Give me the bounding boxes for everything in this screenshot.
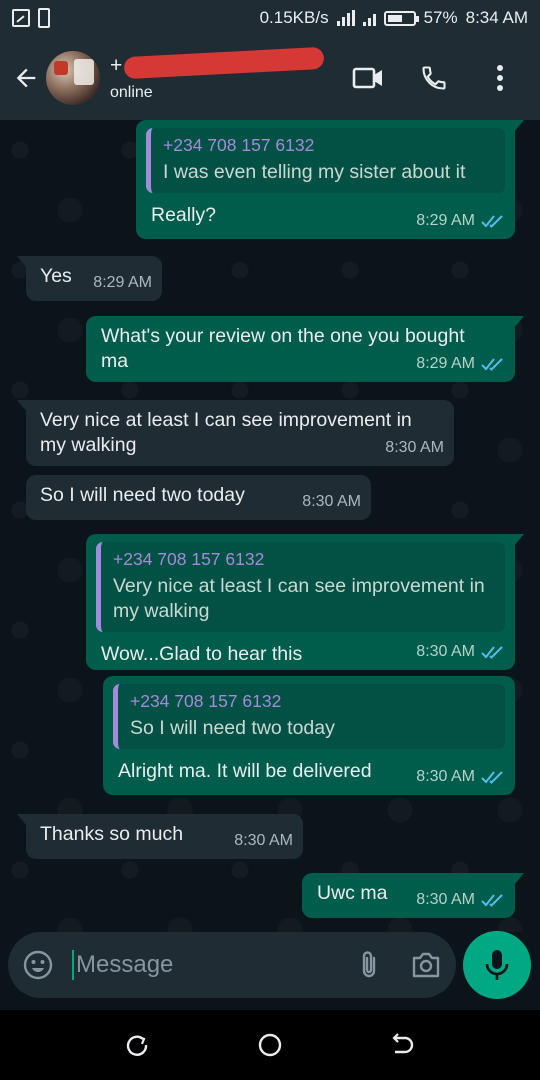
message-time: 8:30 AM — [416, 768, 475, 785]
quote-text: So I will need two today — [130, 717, 335, 739]
screenshot-icon — [12, 9, 30, 27]
message-bubble-incoming[interactable]: So I will need two today 8:30 AM — [26, 475, 371, 520]
redaction-mark — [123, 46, 325, 80]
phone-icon — [422, 66, 446, 90]
double-check-icon — [481, 770, 503, 784]
quote-text: I was even telling my sister about it — [163, 161, 466, 183]
home-button[interactable] — [250, 1025, 290, 1065]
back-nav-button[interactable] — [383, 1025, 423, 1065]
emoji-button[interactable] — [22, 949, 54, 981]
message-time: 8:30 AM — [234, 832, 293, 849]
double-check-icon — [481, 645, 503, 659]
message-list[interactable]: +234 708 157 6132 I was even telling my … — [0, 120, 540, 932]
composer — [8, 932, 456, 998]
clock: 8:34 AM — [465, 8, 528, 27]
status-bar: 0.15KB/s 57% 8:34 AM — [0, 0, 540, 36]
avatar[interactable] — [46, 51, 100, 105]
double-check-icon — [481, 893, 503, 907]
video-call-icon — [352, 67, 382, 89]
more-options-icon — [497, 65, 503, 91]
quote-author: +234 708 157 6132 — [163, 135, 315, 155]
quote-text: Very nice at least I can see improvement… — [113, 575, 485, 622]
emoji-icon — [23, 950, 53, 980]
message-time: 8:29 AM — [93, 274, 152, 291]
message-bubble-outgoing[interactable]: +234 708 157 6132 So I will need two tod… — [103, 676, 515, 795]
network-speed: 0.15KB/s — [259, 8, 329, 27]
message-time: 8:30 AM — [416, 643, 475, 660]
message-text: Very nice at least I can see improvement… — [40, 409, 412, 456]
back-arrow-icon — [16, 68, 36, 88]
back-button[interactable] — [8, 58, 44, 98]
message-bubble-incoming[interactable]: Very nice at least I can see improvement… — [17, 400, 454, 466]
text-caret — [72, 950, 74, 980]
attach-icon — [362, 951, 376, 978]
chat-header: + online — [0, 36, 540, 140]
back-nav-icon — [392, 1033, 414, 1054]
video-call-button[interactable] — [352, 62, 384, 94]
camera-button[interactable] — [410, 951, 442, 979]
message-bubble-incoming[interactable]: Thanks so much 8:30 AM — [17, 814, 303, 859]
more-options-button[interactable] — [484, 62, 516, 94]
message-input[interactable] — [76, 951, 316, 979]
message-time: 8:29 AM — [416, 355, 475, 372]
message-time: 8:29 AM — [416, 212, 475, 229]
recents-icon — [126, 1035, 147, 1056]
battery-percent: 57% — [423, 8, 458, 27]
signal-icon — [336, 10, 355, 26]
message-bubble-outgoing[interactable]: Uwc ma 8:30 AM — [302, 873, 524, 918]
camera-icon — [412, 952, 440, 978]
double-check-icon — [481, 214, 503, 228]
message-bubble-incoming[interactable]: Yes 8:29 AM — [17, 256, 162, 301]
attach-button[interactable] — [358, 949, 380, 981]
contact-status: online — [110, 84, 153, 101]
recents-button[interactable] — [117, 1025, 157, 1065]
quoted-message[interactable]: +234 708 157 6132 I was even telling my … — [146, 128, 505, 193]
message-time: 8:30 AM — [302, 493, 361, 510]
message-time: 8:30 AM — [416, 891, 475, 908]
contact-info[interactable]: + online — [110, 46, 325, 108]
message-bubble-outgoing[interactable]: +234 708 157 6132 I was even telling my … — [136, 120, 524, 239]
mic-icon — [485, 950, 509, 980]
home-icon — [258, 1033, 282, 1057]
quote-author: +234 708 157 6132 — [130, 691, 282, 711]
system-nav-bar — [0, 1010, 540, 1080]
voice-call-button[interactable] — [418, 62, 450, 94]
device-icon — [38, 8, 50, 28]
double-check-icon — [481, 357, 503, 371]
message-time: 8:30 AM — [385, 439, 444, 456]
quote-author: +234 708 157 6132 — [113, 549, 265, 569]
message-bubble-outgoing[interactable]: What's your review on the one you bought… — [86, 316, 524, 382]
quoted-message[interactable]: +234 708 157 6132 So I will need two tod… — [113, 684, 505, 749]
battery-icon — [383, 10, 419, 26]
voice-message-button[interactable] — [463, 931, 531, 999]
quoted-message[interactable]: +234 708 157 6132 Very nice at least I c… — [96, 542, 505, 632]
message-bubble-outgoing[interactable]: +234 708 157 6132 Very nice at least I c… — [86, 534, 524, 670]
signal-icon-2 — [362, 10, 376, 26]
contact-name: + — [110, 46, 325, 82]
